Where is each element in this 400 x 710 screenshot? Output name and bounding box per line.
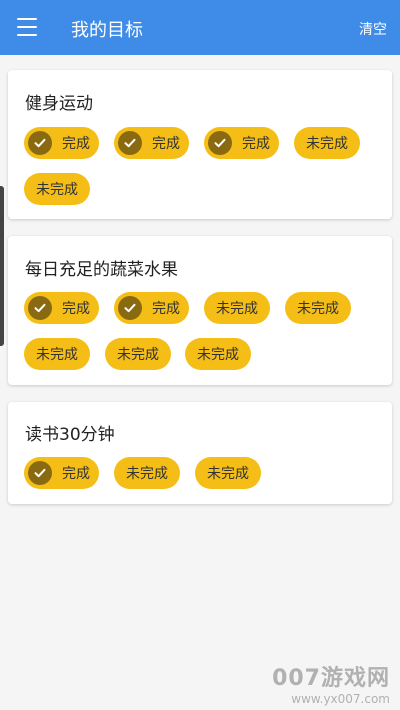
goal-card: 健身运动 完成 完成 完成 未完成 未完成 <box>8 70 392 219</box>
goal-card: 每日充足的蔬菜水果 完成 完成 未完成 未完成 未完成 未完成 未完成 <box>8 236 392 385</box>
page-title: 我的目标 <box>71 20 143 41</box>
chip-label: 未完成 <box>216 301 258 317</box>
status-chip-todo[interactable]: 未完成 <box>204 292 270 324</box>
chip-label: 完成 <box>62 466 90 482</box>
watermark: 007游戏网 www.yx007.com <box>272 660 390 706</box>
clear-button[interactable]: 清空 <box>359 19 387 39</box>
chip-label: 完成 <box>62 136 90 152</box>
status-chip-done[interactable]: 完成 <box>204 127 279 159</box>
goal-card: 读书30分钟 完成 未完成 未完成 <box>8 402 392 504</box>
chip-label: 完成 <box>242 136 270 152</box>
status-chip-done[interactable]: 完成 <box>24 292 99 324</box>
chip-label: 未完成 <box>207 466 249 482</box>
status-chip-todo[interactable]: 未完成 <box>24 173 90 205</box>
check-icon <box>208 131 232 155</box>
check-icon <box>118 131 142 155</box>
status-chip-todo[interactable]: 未完成 <box>185 338 251 370</box>
chip-label: 未完成 <box>306 136 348 152</box>
watermark-logo: 007游戏网 <box>272 666 390 691</box>
status-chip-todo[interactable]: 未完成 <box>294 127 360 159</box>
chip-label: 未完成 <box>36 182 78 198</box>
status-chip-done[interactable]: 完成 <box>114 292 189 324</box>
check-icon <box>28 296 52 320</box>
status-chip-todo[interactable]: 未完成 <box>285 292 351 324</box>
check-icon <box>118 296 142 320</box>
goal-title: 健身运动 <box>25 94 93 114</box>
chip-label: 完成 <box>152 136 180 152</box>
status-chip-todo[interactable]: 未完成 <box>195 457 261 489</box>
chip-label: 未完成 <box>126 466 168 482</box>
chip-label: 未完成 <box>197 347 239 363</box>
status-chip-todo[interactable]: 未完成 <box>114 457 180 489</box>
menu-icon[interactable] <box>17 18 37 36</box>
status-chip-todo[interactable]: 未完成 <box>24 338 90 370</box>
watermark-url: www.yx007.com <box>291 692 390 706</box>
goal-title: 读书30分钟 <box>25 425 115 445</box>
status-chip-todo[interactable]: 未完成 <box>105 338 171 370</box>
chip-label: 未完成 <box>117 347 159 363</box>
goal-title: 每日充足的蔬菜水果 <box>25 260 178 280</box>
status-chip-done[interactable]: 完成 <box>114 127 189 159</box>
status-chip-done[interactable]: 完成 <box>24 457 99 489</box>
status-chip-done[interactable]: 完成 <box>24 127 99 159</box>
edge-drag-handle[interactable] <box>0 186 4 346</box>
check-icon <box>28 131 52 155</box>
check-icon <box>28 461 52 485</box>
chip-label: 完成 <box>62 301 90 317</box>
app-bar: 我的目标 清空 <box>0 0 400 55</box>
chip-label: 未完成 <box>36 347 78 363</box>
chip-label: 完成 <box>152 301 180 317</box>
chip-label: 未完成 <box>297 301 339 317</box>
